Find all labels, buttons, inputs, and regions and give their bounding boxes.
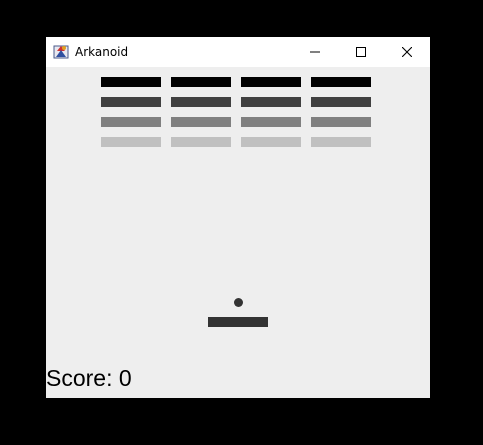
brick [311, 97, 371, 107]
close-button[interactable] [384, 37, 430, 67]
brick [241, 97, 301, 107]
brick [241, 137, 301, 147]
brick [101, 97, 161, 107]
maximize-icon [356, 47, 366, 57]
brick [101, 117, 161, 127]
brick [311, 117, 371, 127]
brick [311, 77, 371, 87]
game-canvas[interactable]: Score: 0 [46, 67, 430, 398]
paddle[interactable] [208, 317, 268, 327]
title-bar[interactable]: Arkanoid [46, 37, 430, 67]
brick [241, 77, 301, 87]
brick [171, 77, 231, 87]
score-label: Score: 0 [46, 365, 132, 391]
minimize-icon [310, 51, 320, 53]
minimize-button[interactable] [292, 37, 338, 67]
brick [171, 117, 231, 127]
game-window: Arkanoid Score: 0 [46, 37, 430, 398]
close-icon [402, 47, 412, 57]
maximize-button[interactable] [338, 37, 384, 67]
java-app-icon [53, 43, 69, 59]
brick [311, 137, 371, 147]
brick [101, 137, 161, 147]
window-title: Arkanoid [75, 45, 129, 59]
ball [234, 298, 243, 307]
brick [171, 137, 231, 147]
brick [101, 77, 161, 87]
brick [241, 117, 301, 127]
brick [171, 97, 231, 107]
